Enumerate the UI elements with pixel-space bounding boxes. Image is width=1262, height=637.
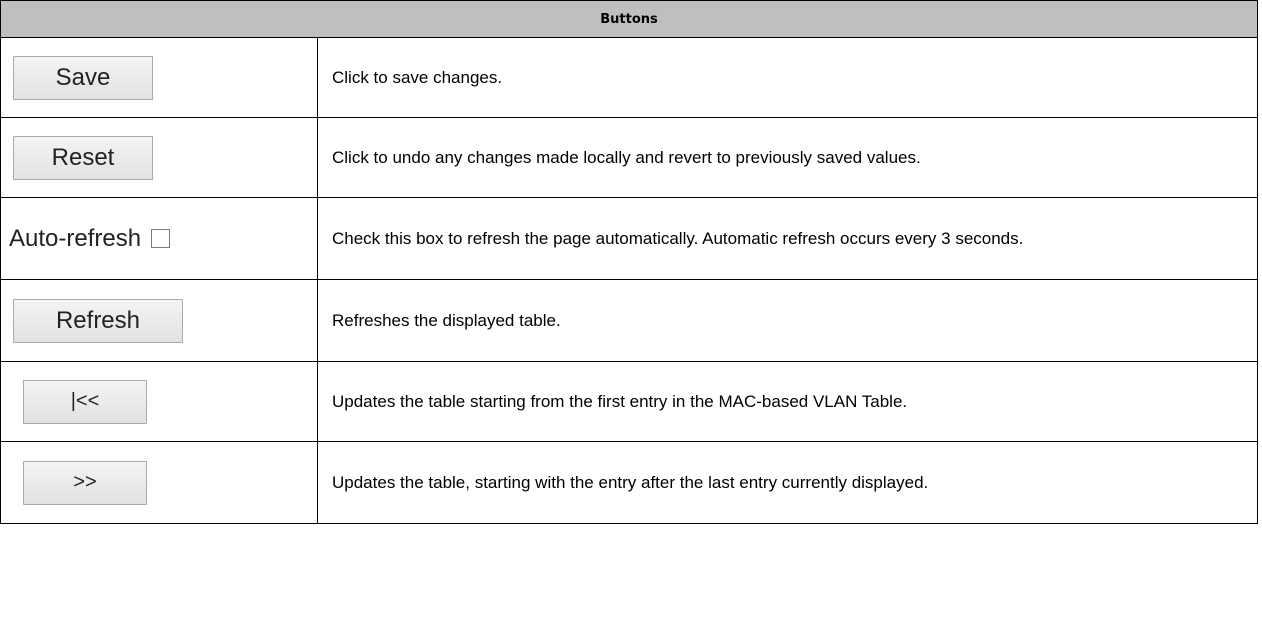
reset-button[interactable]: Reset bbox=[13, 135, 153, 180]
table-row: >> Updates the table, starting with the … bbox=[0, 441, 1258, 524]
table-header: Buttons bbox=[0, 0, 1258, 38]
table-row: Auto-refresh Check this box to refresh t… bbox=[0, 197, 1258, 280]
next-page-button[interactable]: >> bbox=[23, 460, 147, 505]
buttons-table: Buttons Save Click to save changes. Rese… bbox=[0, 0, 1258, 524]
control-cell: >> bbox=[0, 441, 318, 524]
control-cell: Reset bbox=[0, 117, 318, 198]
table-row: Save Click to save changes. bbox=[0, 37, 1258, 118]
description-cell: Click to save changes. bbox=[317, 37, 1258, 118]
description-cell: Updates the table, starting with the ent… bbox=[317, 441, 1258, 524]
control-cell: Refresh bbox=[0, 279, 318, 362]
table-row: |<< Updates the table starting from the … bbox=[0, 361, 1258, 442]
description-cell: Refreshes the displayed table. bbox=[317, 279, 1258, 362]
description-cell: Check this box to refresh the page autom… bbox=[317, 197, 1258, 280]
auto-refresh-checkbox[interactable] bbox=[151, 229, 171, 248]
table-row: Reset Click to undo any changes made loc… bbox=[0, 117, 1258, 198]
refresh-button[interactable]: Refresh bbox=[13, 298, 183, 343]
save-button[interactable]: Save bbox=[13, 55, 153, 100]
control-cell: Auto-refresh bbox=[0, 197, 318, 280]
description-cell: Click to undo any changes made locally a… bbox=[317, 117, 1258, 198]
auto-refresh-control: Auto-refresh bbox=[9, 224, 171, 253]
auto-refresh-label: Auto-refresh bbox=[9, 224, 142, 252]
description-cell: Updates the table starting from the firs… bbox=[317, 361, 1258, 442]
table-header-row: Buttons bbox=[0, 0, 1258, 38]
control-cell: |<< bbox=[0, 361, 318, 442]
first-page-button[interactable]: |<< bbox=[23, 379, 147, 424]
control-cell: Save bbox=[0, 37, 318, 118]
table-row: Refresh Refreshes the displayed table. bbox=[0, 279, 1258, 362]
